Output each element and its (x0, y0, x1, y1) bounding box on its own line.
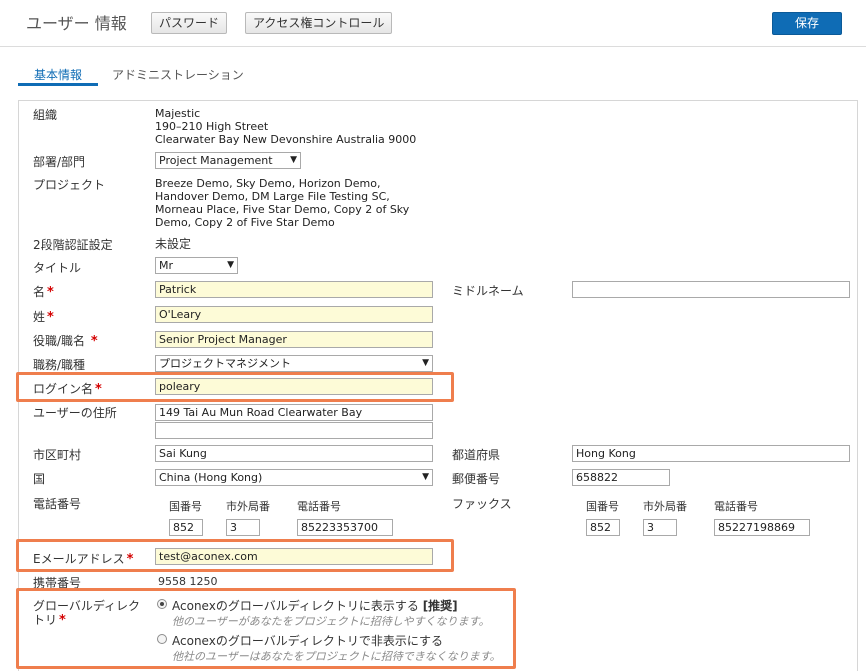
org-label: 組織 (33, 108, 58, 122)
project-line: Handover Demo, DM Large File Testing SC, (155, 190, 390, 203)
directory-show-label: Aconexのグローバルディレクトリに表示する (172, 599, 419, 613)
login-name-label-text: ログイン名 (33, 382, 94, 396)
phone-area-code-input[interactable] (226, 519, 260, 536)
phone-area-code-header: 市外局番 (226, 500, 270, 513)
fax-area-code-input[interactable] (643, 519, 677, 536)
job-type-label: 職務/職種 (33, 358, 86, 372)
page-title: ユーザー 情報 (26, 14, 127, 33)
directory-hide-hint: 他社のユーザーはあなたをプロジェクトに招待できなくなります。 (172, 650, 501, 663)
directory-label-line1: グローバルディレク (33, 599, 141, 613)
directory-show-radio[interactable] (157, 599, 167, 609)
job-type-select[interactable]: プロジェクトマネジメント ▼ (155, 355, 433, 372)
phone-number-header: 電話番号 (297, 500, 341, 513)
directory-label: グローバルディレク トリ * (33, 599, 140, 628)
login-name-label: ログイン名 * (33, 380, 102, 397)
salutation-value: Mr (159, 259, 174, 272)
fax-area-code-header: 市外局番 (643, 500, 687, 513)
address-line1-input[interactable] (155, 404, 433, 421)
last-name-input[interactable] (155, 306, 433, 323)
first-name-input[interactable] (155, 281, 433, 298)
required-asterisk-icon: * (95, 382, 102, 397)
salutation-select[interactable]: Mr ▼ (155, 257, 238, 274)
required-asterisk-icon: * (126, 552, 134, 567)
first-name-label-text: 名 (33, 285, 46, 299)
middle-name-input[interactable] (572, 281, 850, 298)
directory-show-hint: 他のユーザーがあなたをプロジェクトに招待しやすくなります。 (172, 615, 490, 628)
project-line: Breeze Demo, Sky Demo, Horizon Demo, (155, 177, 381, 190)
salutation-label: タイトル (33, 261, 82, 275)
dropdown-arrow-icon: ▼ (422, 472, 429, 482)
access-control-button[interactable]: アクセス権コントロール (245, 12, 393, 34)
department-label: 部署/部門 (33, 155, 86, 169)
middle-name-label: ミドルネーム (452, 284, 524, 298)
email-label-text: Eメールアドレス (33, 552, 125, 566)
department-select[interactable]: Project Management ▼ (155, 152, 301, 169)
phone-country-code-input[interactable] (169, 519, 203, 536)
dropdown-arrow-icon: ▼ (422, 358, 429, 368)
header-divider (0, 46, 866, 47)
address-line2-input[interactable] (155, 422, 433, 439)
tab-basic-info[interactable]: 基本情報 (18, 66, 98, 86)
job-title-input[interactable] (155, 331, 433, 348)
country-select[interactable]: China (Hong Kong) ▼ (155, 469, 433, 486)
email-input[interactable] (155, 548, 433, 565)
city-input[interactable] (155, 445, 433, 462)
fax-number-header: 電話番号 (714, 500, 758, 513)
project-line: Morneau Place, Five Star Demo, Copy 2 of… (155, 203, 410, 216)
fax-country-code-input[interactable] (586, 519, 620, 536)
required-asterisk-icon: * (59, 613, 66, 628)
country-value: China (Hong Kong) (159, 471, 263, 484)
recommended-tag: [推奨] (422, 599, 458, 613)
org-line: Majestic (155, 107, 201, 120)
phone-label: 電話番号 (33, 497, 82, 511)
phone-number-input[interactable] (297, 519, 393, 536)
fax-number-input[interactable] (714, 519, 810, 536)
directory-hide-option[interactable]: Aconexのグローバルディレクトリで非表示にする (172, 632, 443, 649)
projects-value: Breeze Demo, Sky Demo, Horizon Demo, Han… (155, 177, 409, 229)
dropdown-arrow-icon: ▼ (290, 155, 297, 165)
org-value: Majestic 190–210 High Street Clearwater … (155, 107, 416, 146)
directory-hide-radio[interactable] (157, 634, 167, 644)
project-line: Demo, Copy 2 of Five Star Demo (155, 216, 335, 229)
mobile-value: 9558 1250 (158, 575, 218, 588)
two-factor-value: 未設定 (155, 237, 192, 251)
first-name-label: 名 * (33, 283, 54, 300)
tab-administration[interactable]: アドミニストレーション (112, 66, 244, 83)
org-line: Clearwater Bay New Devonshire Australia … (155, 133, 417, 146)
job-title-label-text: 役職/職名 (33, 334, 86, 348)
prefecture-label: 都道府県 (452, 448, 501, 462)
two-factor-label: 2段階認証設定 (33, 238, 113, 252)
postcode-label: 郵便番号 (452, 472, 501, 486)
directory-label-line2: トリ (33, 613, 58, 627)
projects-label: プロジェクト (33, 178, 106, 192)
prefecture-input[interactable] (572, 445, 850, 462)
job-title-label: 役職/職名 * (33, 332, 98, 349)
directory-show-option[interactable]: Aconexのグローバルディレクトリに表示する [推奨] (172, 597, 458, 614)
save-button[interactable]: 保存 (772, 12, 842, 35)
directory-label-line2-wrap: トリ * (33, 613, 140, 628)
required-asterisk-icon: * (47, 285, 54, 300)
city-label: 市区町村 (33, 448, 82, 462)
phone-country-code-header: 国番号 (169, 500, 202, 513)
login-name-input[interactable] (155, 378, 433, 395)
address-label: ユーザーの住所 (33, 406, 117, 420)
job-type-value: プロジェクトマネジメント (159, 357, 291, 370)
fax-label: ファックス (452, 497, 512, 511)
fax-country-code-header: 国番号 (586, 500, 619, 513)
required-asterisk-icon: * (90, 334, 98, 349)
required-asterisk-icon: * (47, 310, 54, 325)
country-label: 国 (33, 472, 46, 486)
last-name-label: 姓 * (33, 308, 54, 325)
postcode-input[interactable] (572, 469, 670, 486)
org-line: 190–210 High Street (155, 120, 269, 133)
email-label: Eメールアドレス * (33, 550, 133, 567)
last-name-label-text: 姓 (33, 310, 46, 324)
password-button[interactable]: パスワード (151, 12, 228, 34)
department-value: Project Management (159, 154, 273, 167)
dropdown-arrow-icon: ▼ (227, 260, 234, 270)
